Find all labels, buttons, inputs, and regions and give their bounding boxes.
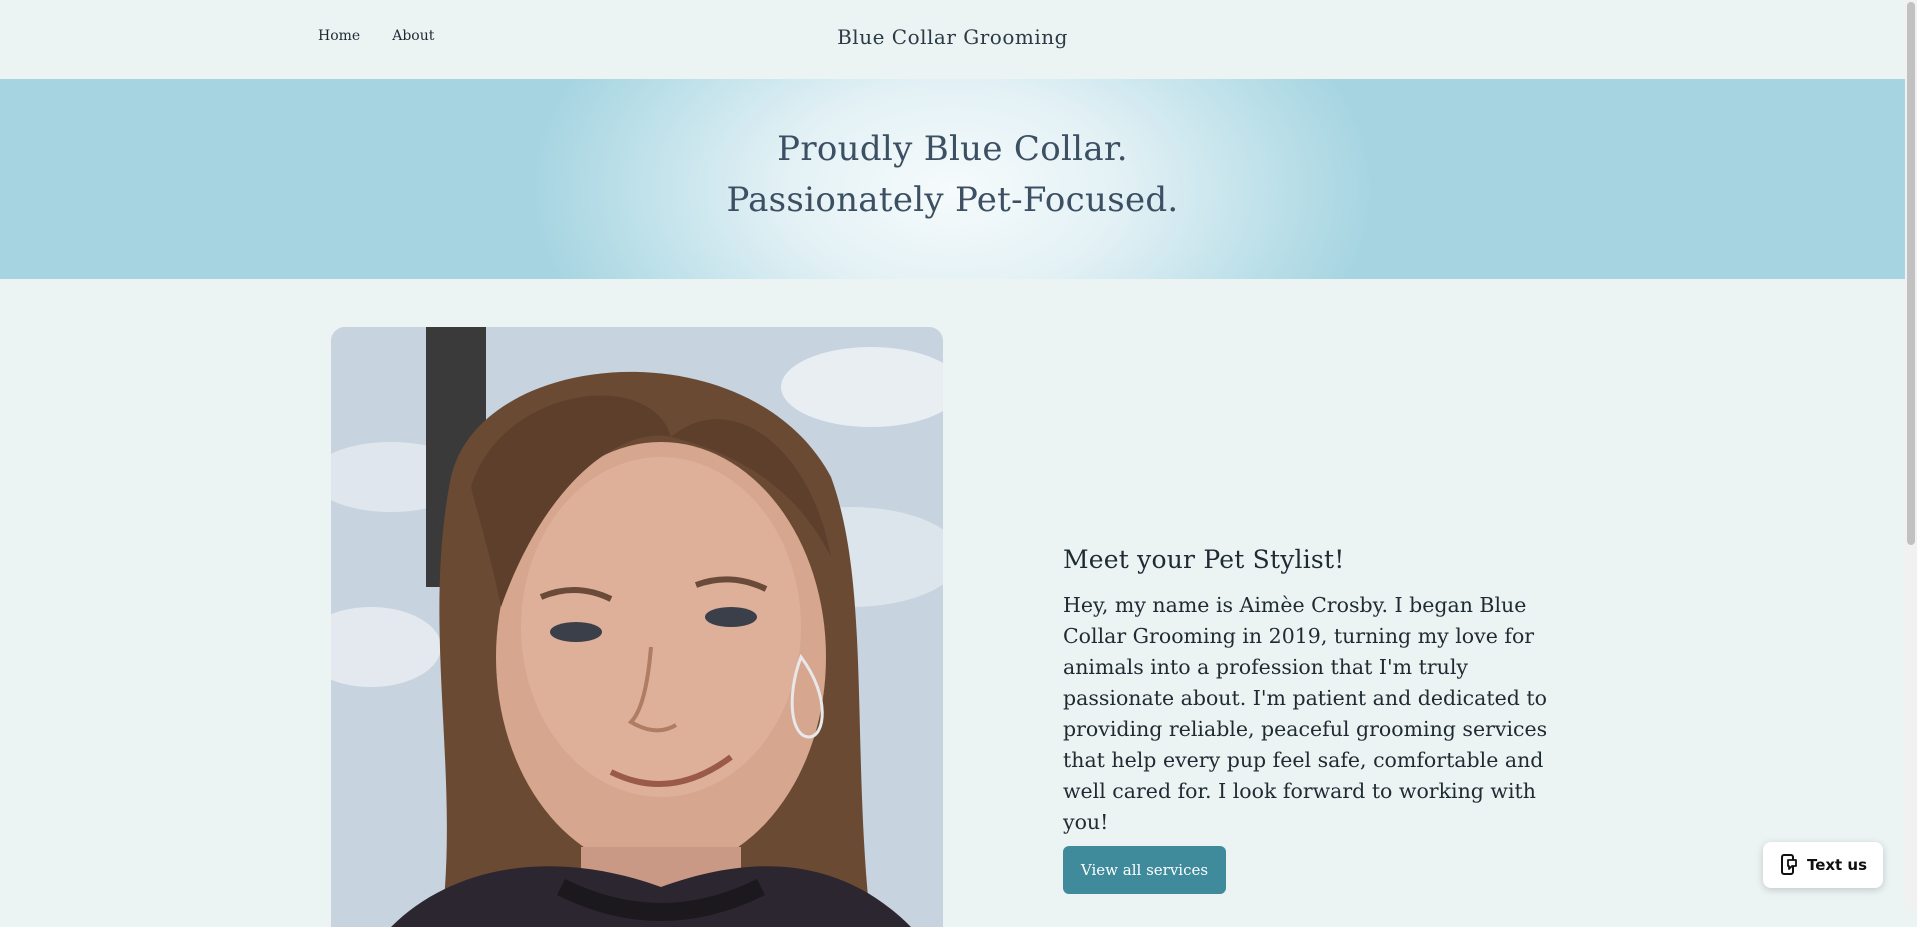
text-us-widget[interactable]: Text us [1763,842,1883,888]
hero-tagline-line-1: Proudly Blue Collar. [777,129,1128,169]
scrollbar-thumb[interactable] [1907,2,1915,545]
about-body-text: Hey, my name is Aimèe Crosby. I began Bl… [1063,593,1548,834]
about-section: Meet your Pet Stylist! Hey, my name is A… [1063,545,1573,838]
text-us-label: Text us [1806,856,1868,874]
stylist-portrait-image [331,327,943,927]
site-header: Home About Blue Collar Grooming [0,0,1905,79]
stylist-photo [331,327,943,927]
phone-chat-icon [1780,854,1797,875]
view-all-services-button[interactable]: View all services [1063,846,1226,894]
hero-banner: Proudly Blue Collar. Passionately Pet-Fo… [0,79,1905,279]
hero-tagline-line-2: Passionately Pet-Focused. [726,180,1179,220]
site-brand[interactable]: Blue Collar Grooming [0,25,1905,49]
page-scrollbar[interactable] [1905,0,1917,910]
about-title: Meet your Pet Stylist! [1063,545,1345,574]
